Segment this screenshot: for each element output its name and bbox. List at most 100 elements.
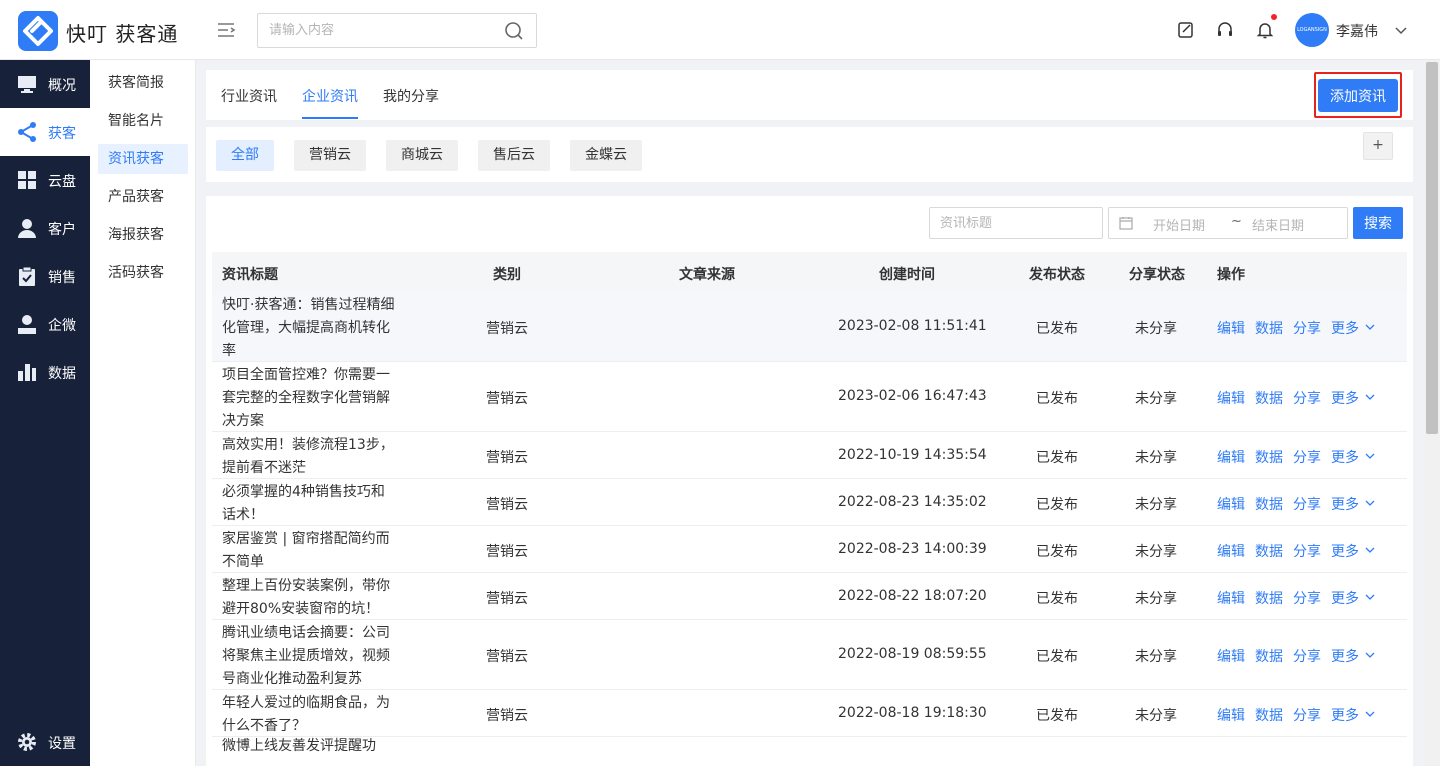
search-icon[interactable] — [504, 21, 524, 41]
table-row[interactable]: 家居鉴赏 | 窗帘搭配简约而不简单 营销云 2022-08-23 14:00:39 已… — [212, 526, 1407, 573]
news-title[interactable]: 项目全面管控难？你需要一套完整的全程数字化营销解决方案 — [222, 364, 398, 433]
chevron-down-icon[interactable] — [1364, 450, 1376, 462]
news-title[interactable]: 整理上百份安装案例，带你避开80%安装窗帘的坑！ — [222, 575, 398, 621]
share-link[interactable]: 分享 — [1293, 494, 1321, 514]
category-kingdee-cloud[interactable]: 金蝶云 — [570, 140, 642, 171]
table-row[interactable]: 快叮·获客通：销售过程精细化管理，大幅提高商机转化率 营销云 2023-02-08 … — [212, 292, 1407, 362]
news-title[interactable]: 高效实用！装修流程13步，提前看不迷茫 — [222, 434, 398, 480]
more-link[interactable]: 更多 — [1331, 388, 1359, 408]
tab-company-news[interactable]: 企业资讯 — [302, 86, 358, 106]
username[interactable]: 李嘉伟 — [1336, 21, 1378, 41]
table-row[interactable]: 整理上百份安装案例，带你避开80%安装窗帘的坑！ 营销云 2022-08-22 18… — [212, 573, 1407, 620]
chevron-down-icon[interactable] — [1364, 649, 1376, 661]
edit-note-icon[interactable] — [1176, 20, 1196, 40]
data-link[interactable]: 数据 — [1255, 494, 1283, 514]
start-date-field[interactable]: 开始日期 — [1153, 215, 1205, 234]
edit-link[interactable]: 编辑 — [1217, 388, 1245, 408]
column-header: 文章来源 — [679, 267, 735, 283]
news-title[interactable]: 快叮·获客通：销售过程精细化管理，大幅提高商机转化率 — [222, 294, 398, 363]
news-title[interactable]: 腾讯业绩电话会摘要：公司将聚焦主业提质增效，视频号商业化推动盈利复苏 — [222, 622, 398, 691]
data-link[interactable]: 数据 — [1255, 447, 1283, 467]
edit-link[interactable]: 编辑 — [1217, 588, 1245, 608]
share-link[interactable]: 分享 — [1293, 705, 1321, 725]
more-link[interactable]: 更多 — [1331, 588, 1359, 608]
headset-icon[interactable] — [1215, 20, 1235, 40]
more-link[interactable]: 更多 — [1331, 494, 1359, 514]
table-row[interactable]: 微博上线友善发评提醒功 — [212, 737, 1407, 766]
data-link[interactable]: 数据 — [1255, 646, 1283, 666]
more-link[interactable]: 更多 — [1331, 318, 1359, 338]
date-range-picker[interactable]: 开始日期 ~ 结束日期 — [1108, 207, 1348, 239]
submenu-item-product[interactable]: 产品获客 — [98, 182, 188, 212]
menu-fold-icon[interactable] — [216, 20, 236, 40]
table-row[interactable]: 年轻人爱过的临期食品，为什么不香了？ 营销云 2022-08-18 19:18:30… — [212, 690, 1407, 737]
edit-link[interactable]: 编辑 — [1217, 705, 1245, 725]
nav-item-overview[interactable]: 概况 — [0, 60, 90, 108]
share-link[interactable]: 分享 — [1293, 588, 1321, 608]
submenu-item-poster[interactable]: 海报获客 — [98, 220, 188, 250]
share-link[interactable]: 分享 — [1293, 646, 1321, 666]
chevron-down-icon[interactable] — [1364, 497, 1376, 509]
chevron-down-icon[interactable] — [1394, 23, 1408, 37]
more-link[interactable]: 更多 — [1331, 646, 1359, 666]
chevron-down-icon[interactable] — [1364, 391, 1376, 403]
chevron-down-icon[interactable] — [1364, 591, 1376, 603]
category-marketing-cloud[interactable]: 营销云 — [294, 140, 366, 171]
page-scrollbar-thumb[interactable] — [1426, 62, 1438, 434]
edit-link[interactable]: 编辑 — [1217, 494, 1245, 514]
chevron-down-icon[interactable] — [1364, 321, 1376, 333]
share-link[interactable]: 分享 — [1293, 447, 1321, 467]
tab-my-shares[interactable]: 我的分享 — [383, 86, 439, 106]
share-link[interactable]: 分享 — [1293, 541, 1321, 561]
share-link[interactable]: 分享 — [1293, 388, 1321, 408]
data-link[interactable]: 数据 — [1255, 318, 1283, 338]
table-row[interactable]: 高效实用！装修流程13步，提前看不迷茫 营销云 2022-10-19 14:35:5… — [212, 432, 1407, 479]
add-news-button[interactable]: 添加资讯 — [1318, 79, 1398, 112]
category-mall-cloud[interactable]: 商城云 — [386, 140, 458, 171]
nav-item-customer[interactable]: 客户 — [0, 204, 90, 252]
category-aftersales-cloud[interactable]: 售后云 — [478, 140, 550, 171]
chevron-down-icon[interactable] — [1364, 708, 1376, 720]
nav-item-sales[interactable]: 销售 — [0, 252, 90, 300]
edit-link[interactable]: 编辑 — [1217, 318, 1245, 338]
submenu-item-card[interactable]: 智能名片 — [98, 106, 188, 136]
edit-link[interactable]: 编辑 — [1217, 447, 1245, 467]
nav-item-acquire[interactable]: 获客 — [0, 108, 90, 156]
more-link[interactable]: 更多 — [1331, 447, 1359, 467]
submenu-item-qrcode[interactable]: 活码获客 — [98, 258, 188, 288]
submenu-item-news[interactable]: 资讯获客 — [98, 144, 188, 174]
table-row[interactable]: 必须掌握的4种销售技巧和话术！ 营销云 2022-08-23 14:35:02 已发布… — [212, 479, 1407, 526]
nav-item-settings[interactable]: 设置 — [0, 718, 90, 766]
search-button[interactable]: 搜索 — [1353, 207, 1403, 239]
global-search[interactable] — [257, 13, 537, 48]
nav-item-wecom[interactable]: 企微 — [0, 300, 90, 348]
news-title[interactable]: 年轻人爱过的临期食品，为什么不香了？ — [222, 692, 398, 738]
add-category-button[interactable]: + — [1363, 132, 1393, 160]
nav-item-cloud-disk[interactable]: 云盘 — [0, 156, 90, 204]
news-title[interactable]: 微博上线友善发评提醒功 — [222, 735, 398, 758]
chevron-down-icon[interactable] — [1364, 544, 1376, 556]
more-link[interactable]: 更多 — [1331, 705, 1359, 725]
news-title-filter[interactable] — [929, 207, 1103, 239]
share-link[interactable]: 分享 — [1293, 318, 1321, 338]
avatar[interactable]: LOGANSIGN — [1295, 13, 1329, 47]
news-title[interactable]: 家居鉴赏 | 窗帘搭配简约而不简单 — [222, 528, 398, 574]
more-link[interactable]: 更多 — [1331, 541, 1359, 561]
news-title[interactable]: 必须掌握的4种销售技巧和话术！ — [222, 481, 398, 527]
data-link[interactable]: 数据 — [1255, 588, 1283, 608]
data-link[interactable]: 数据 — [1255, 388, 1283, 408]
edit-link[interactable]: 编辑 — [1217, 541, 1245, 561]
app-logo[interactable] — [18, 11, 58, 51]
table-row[interactable]: 腾讯业绩电话会摘要：公司将聚焦主业提质增效，视频号商业化推动盈利复苏 营销云 202… — [212, 620, 1407, 690]
tab-industry-news[interactable]: 行业资讯 — [221, 86, 277, 106]
table-row[interactable]: 项目全面管控难？你需要一套完整的全程数字化营销解决方案 营销云 2023-02-06… — [212, 362, 1407, 432]
category-all[interactable]: 全部 — [216, 140, 274, 171]
end-date-field[interactable]: 结束日期 — [1252, 215, 1304, 234]
global-search-input[interactable] — [258, 14, 498, 47]
bell-icon[interactable] — [1255, 20, 1275, 40]
edit-link[interactable]: 编辑 — [1217, 646, 1245, 666]
data-link[interactable]: 数据 — [1255, 541, 1283, 561]
nav-item-data[interactable]: 数据 — [0, 348, 90, 396]
data-link[interactable]: 数据 — [1255, 705, 1283, 725]
submenu-item-brief[interactable]: 获客简报 — [98, 68, 188, 98]
